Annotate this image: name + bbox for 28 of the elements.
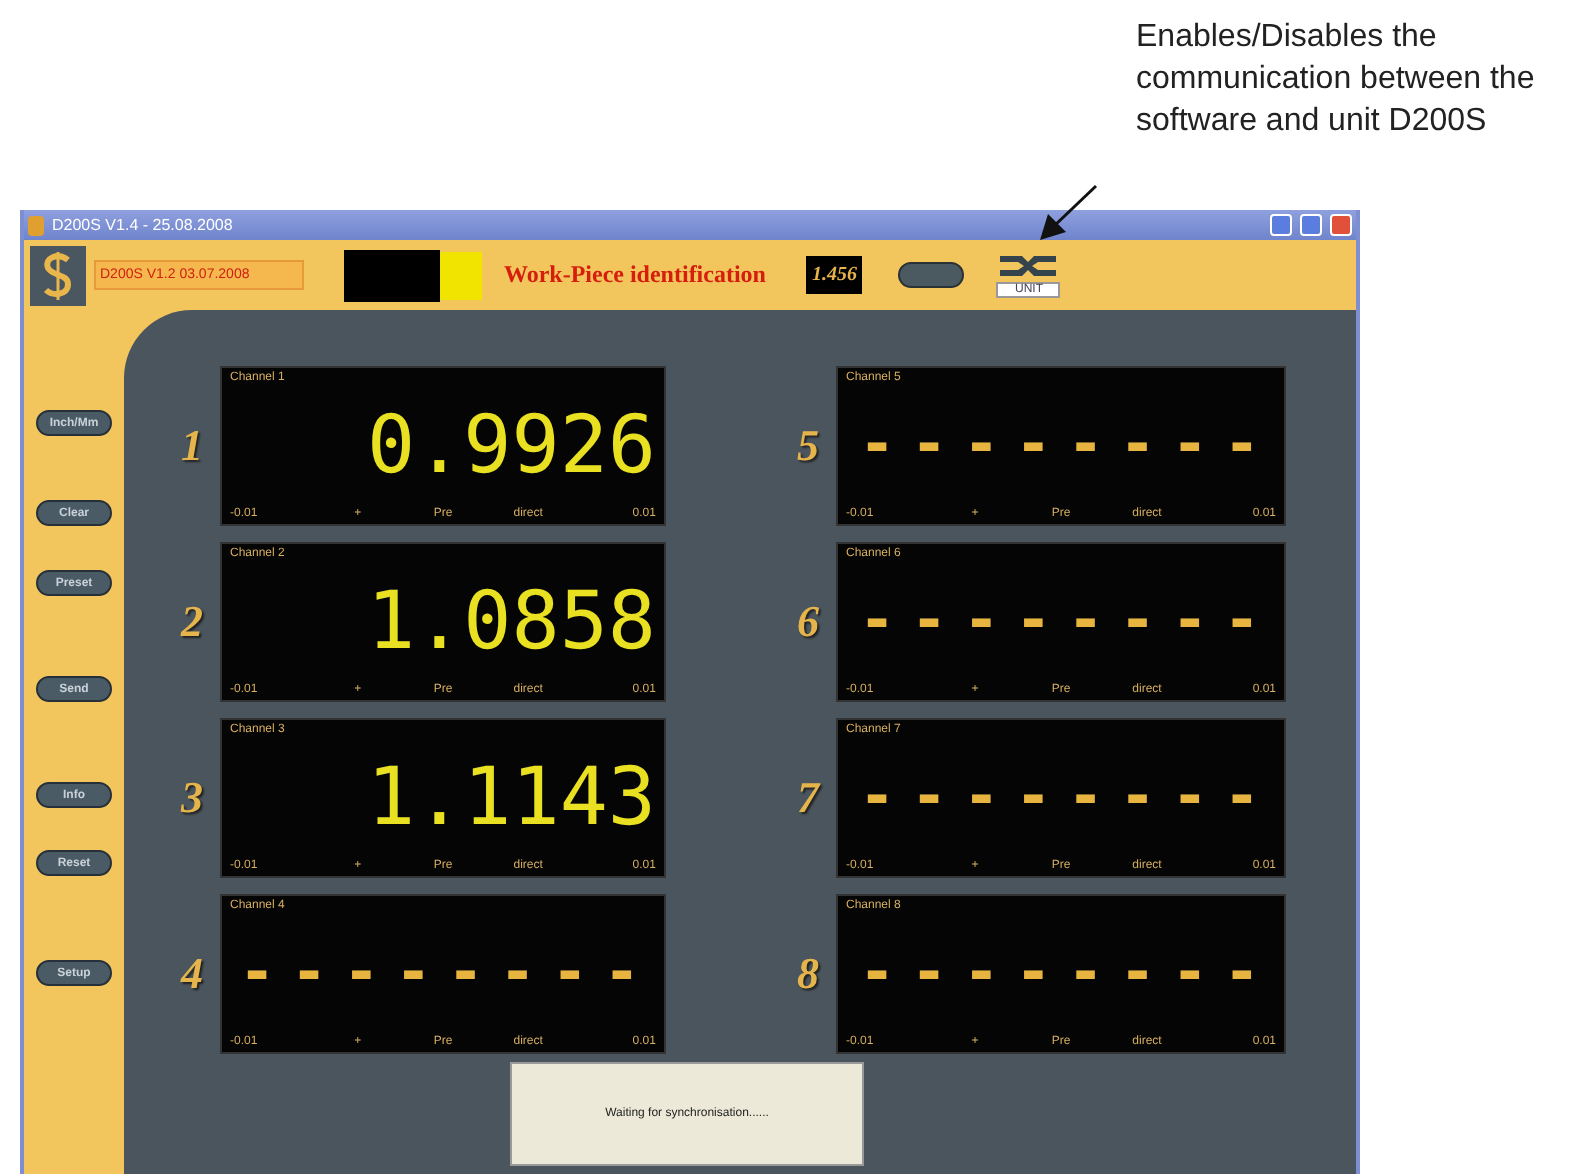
channel-number: 7 <box>797 772 819 824</box>
header-title: Work-Piece identification <box>504 260 766 290</box>
connector-icon[interactable] <box>998 252 1059 280</box>
channel-value: -------- <box>239 944 656 1004</box>
channel-number: 3 <box>181 772 203 824</box>
channel-number: 2 <box>181 596 203 648</box>
channel-value: -------- <box>859 944 1276 1004</box>
channel-number: 6 <box>797 596 819 648</box>
channel-value: -------- <box>859 768 1276 828</box>
close-button[interactable] <box>1330 214 1352 236</box>
channel-number: 5 <box>797 420 819 472</box>
channel-value: 1.0858 <box>367 582 656 662</box>
maximize-button[interactable] <box>1300 214 1322 236</box>
app-icon <box>28 215 44 235</box>
status-indicator <box>344 249 484 301</box>
minimize-button[interactable] <box>1270 214 1292 236</box>
oval-button[interactable] <box>898 262 965 288</box>
window-title: D200S V1.4 - 25.08.2008 <box>52 216 235 234</box>
channel-value: 0.9926 <box>367 406 656 486</box>
channel-value: -------- <box>859 416 1276 476</box>
channel-number: 1 <box>181 420 203 472</box>
channel-number: 4 <box>181 948 203 1000</box>
reading-display: 1.456 <box>805 256 863 294</box>
annotation-text: Enables/Disables the communication between the software and unit D200S <box>1136 18 1537 142</box>
channel-number: 8 <box>797 948 819 1000</box>
channel-value: -------- <box>859 592 1276 652</box>
logo-icon <box>30 245 86 305</box>
channel-value: 1.1143 <box>367 758 656 838</box>
